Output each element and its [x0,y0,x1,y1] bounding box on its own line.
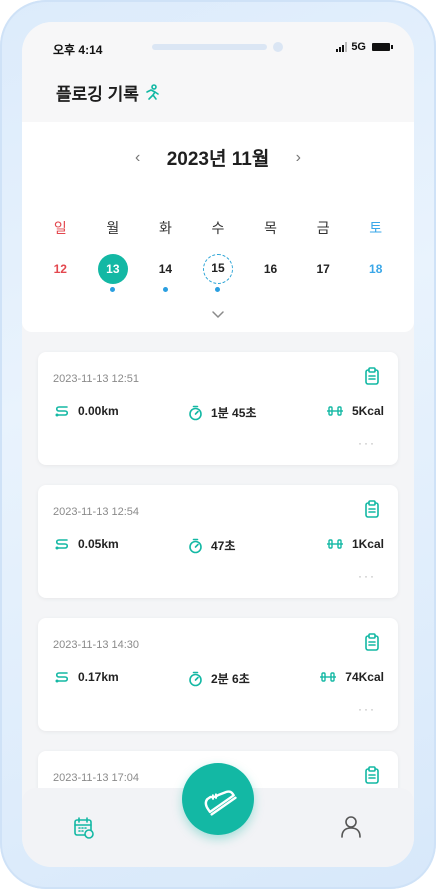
app-header: 플로깅 기록 [22,72,414,122]
record-datetime: 2023-11-13 14:30 [53,639,140,651]
date-number: 18 [369,262,383,276]
clipboard-icon[interactable] [364,500,380,518]
more-dots-icon[interactable]: ··· [358,436,376,450]
weekday-tue: 화 [158,220,172,236]
record-dot [215,287,221,292]
date-number: 14 [158,262,173,276]
stopwatch-icon [189,405,202,420]
runner-icon [146,83,159,100]
dumbbell-icon [326,539,343,549]
app-screen: 오후 4:14 5G 플로깅 기록 ‹ 2023년 11월 › 일 월 화 수 … [22,22,414,867]
date-cell[interactable]: 13 [87,254,140,294]
date-cell[interactable]: 16 [244,254,297,294]
date-cell[interactable]: 18 [349,254,402,294]
phone-frame: 오후 4:14 5G 플로깅 기록 ‹ 2023년 11월 › 일 월 화 수 … [0,0,436,889]
weekday-wed: 수 [211,220,225,236]
status-bar: 오후 4:14 5G [22,22,414,72]
chevron-down-icon[interactable] [210,309,226,321]
dumbbell-icon [320,672,337,682]
distance-value: 0.17km [78,670,119,684]
weekday-mon: 월 [106,220,120,236]
duration-value: 2분 6초 [211,672,250,686]
dumbbell-icon [326,406,343,416]
battery-icon [372,43,393,51]
distance-stat: 0.05km [54,537,119,551]
calories-stat: 5Kcal [326,404,384,418]
duration-stat: 47초 [188,537,235,554]
more-dots-icon[interactable]: ··· [358,702,376,716]
dynamic-island [152,44,267,50]
route-icon [55,672,69,683]
record-dot [162,287,168,292]
weekday-thu: 목 [264,220,277,236]
stopwatch-icon [189,538,202,553]
month-navigation: ‹ 2023년 11월 › [22,144,414,171]
record-datetime: 2023-11-13 12:51 [53,373,140,385]
duration-stat: 2분 6초 [188,670,250,687]
date-cell[interactable]: 15 [192,254,245,294]
weekday-fri: 금 [316,220,330,236]
status-time: 오후 4:14 [53,43,103,57]
sneaker-icon [204,790,237,816]
calories-value: 1Kcal [351,537,384,551]
route-icon [55,539,69,550]
record-card[interactable]: 2023-11-13 14:30 0.17km 2분 6초 74Kcal ··· [38,618,398,731]
clipboard-icon[interactable] [364,633,380,651]
record-datetime: 2023-11-13 12:54 [53,506,140,518]
profile-icon[interactable] [340,814,362,838]
page-title: 플로깅 기록 [56,80,161,105]
distance-value: 0.00km [78,404,119,418]
month-label: 2023년 11월 [166,149,270,170]
chevron-left-icon[interactable]: ‹ [131,149,145,167]
distance-stat: 0.00km [54,404,119,418]
route-icon [55,406,69,417]
calories-value: 5Kcal [351,404,384,418]
date-number: 17 [316,262,330,276]
date-number: 15 [202,254,233,284]
record-card[interactable]: 2023-11-13 12:51 0.00km 1분 45초 5Kcal ··· [38,352,398,465]
record-dot [110,287,116,292]
calendar-icon[interactable] [72,816,96,840]
duration-value: 1분 45초 [211,406,257,420]
record-card[interactable]: 2023-11-13 12:54 0.05km 47초 1Kcal ··· [38,485,398,598]
calories-stat: 1Kcal [326,537,384,551]
date-number: 12 [53,262,67,276]
distance-stat: 0.17km [54,670,119,684]
date-number: 16 [263,262,278,276]
weekday-sun: 일 [53,220,67,236]
date-row: 12 13 14 15 16 17 18 [34,254,402,294]
duration-value: 47초 [211,539,236,553]
date-cell[interactable]: 14 [139,254,192,294]
network-label: 5G [351,41,366,53]
camera-dot [273,42,283,52]
status-indicators: 5G [336,41,393,53]
clipboard-icon[interactable] [364,766,380,784]
signal-icon [336,42,348,52]
distance-value: 0.05km [78,537,119,551]
calories-value: 74Kcal [345,670,384,684]
record-datetime: 2023-11-13 17:04 [53,772,140,784]
clipboard-icon[interactable] [364,367,380,385]
weekday-header: 일 월 화 수 목 금 토 [34,218,402,238]
date-cell[interactable]: 12 [34,254,87,294]
calories-stat: 74Kcal [319,670,384,684]
stopwatch-icon [189,671,202,686]
chevron-right-icon[interactable]: › [291,149,305,167]
date-cell[interactable]: 17 [297,254,350,294]
more-dots-icon[interactable]: ··· [358,569,376,583]
page-title-text: 플로깅 기록 [56,85,139,104]
weekday-sat: 토 [369,220,383,236]
duration-stat: 1분 45초 [188,404,256,421]
date-number: 13 [97,254,128,284]
start-plogging-button[interactable] [182,763,254,835]
calendar: ‹ 2023년 11월 › 일 월 화 수 목 금 토 12 13 14 15 … [22,122,414,332]
